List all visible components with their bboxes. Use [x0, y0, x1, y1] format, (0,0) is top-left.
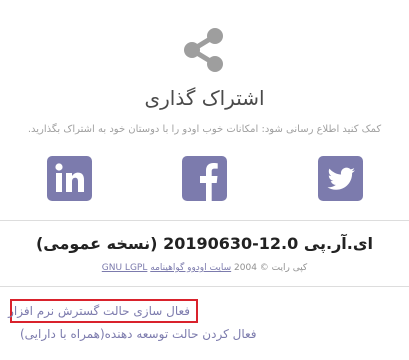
activate-developer-mode-link[interactable]: فعال سازی حالت گسترش نرم افزار — [8, 299, 198, 323]
share-title: اشتراک گذاری — [144, 86, 265, 110]
copyright-prefix: کپی رایت © 2004 — [234, 263, 308, 273]
share-subtitle: کمک کنید اطلاع رسانی شود: امکانات خوب او… — [27, 124, 382, 135]
activate-developer-mode-assets-link[interactable]: فعال کردن حالت توسعه دهنده(همراه با دارا… — [20, 327, 257, 341]
twitter-icon[interactable] — [318, 156, 363, 201]
share-section: اشتراک گذاری کمک کنید اطلاع رسانی شود: ا… — [0, 0, 409, 220]
section-divider — [0, 286, 409, 287]
company-link[interactable]: سایت اودوو گواهینامه — [150, 263, 231, 273]
license-link[interactable]: GNU LGPL — [102, 263, 148, 273]
copyright-line: کپی رایت © 2004 سایت اودوو گواهینامه GNU… — [0, 263, 409, 273]
facebook-icon[interactable] — [182, 156, 227, 201]
linkedin-icon[interactable] — [47, 156, 92, 201]
version-title: ای.آر.پی 12.0-20190630 (نسخه عمومی) — [35, 234, 374, 253]
section-divider — [0, 220, 409, 221]
share-icon — [184, 28, 223, 72]
